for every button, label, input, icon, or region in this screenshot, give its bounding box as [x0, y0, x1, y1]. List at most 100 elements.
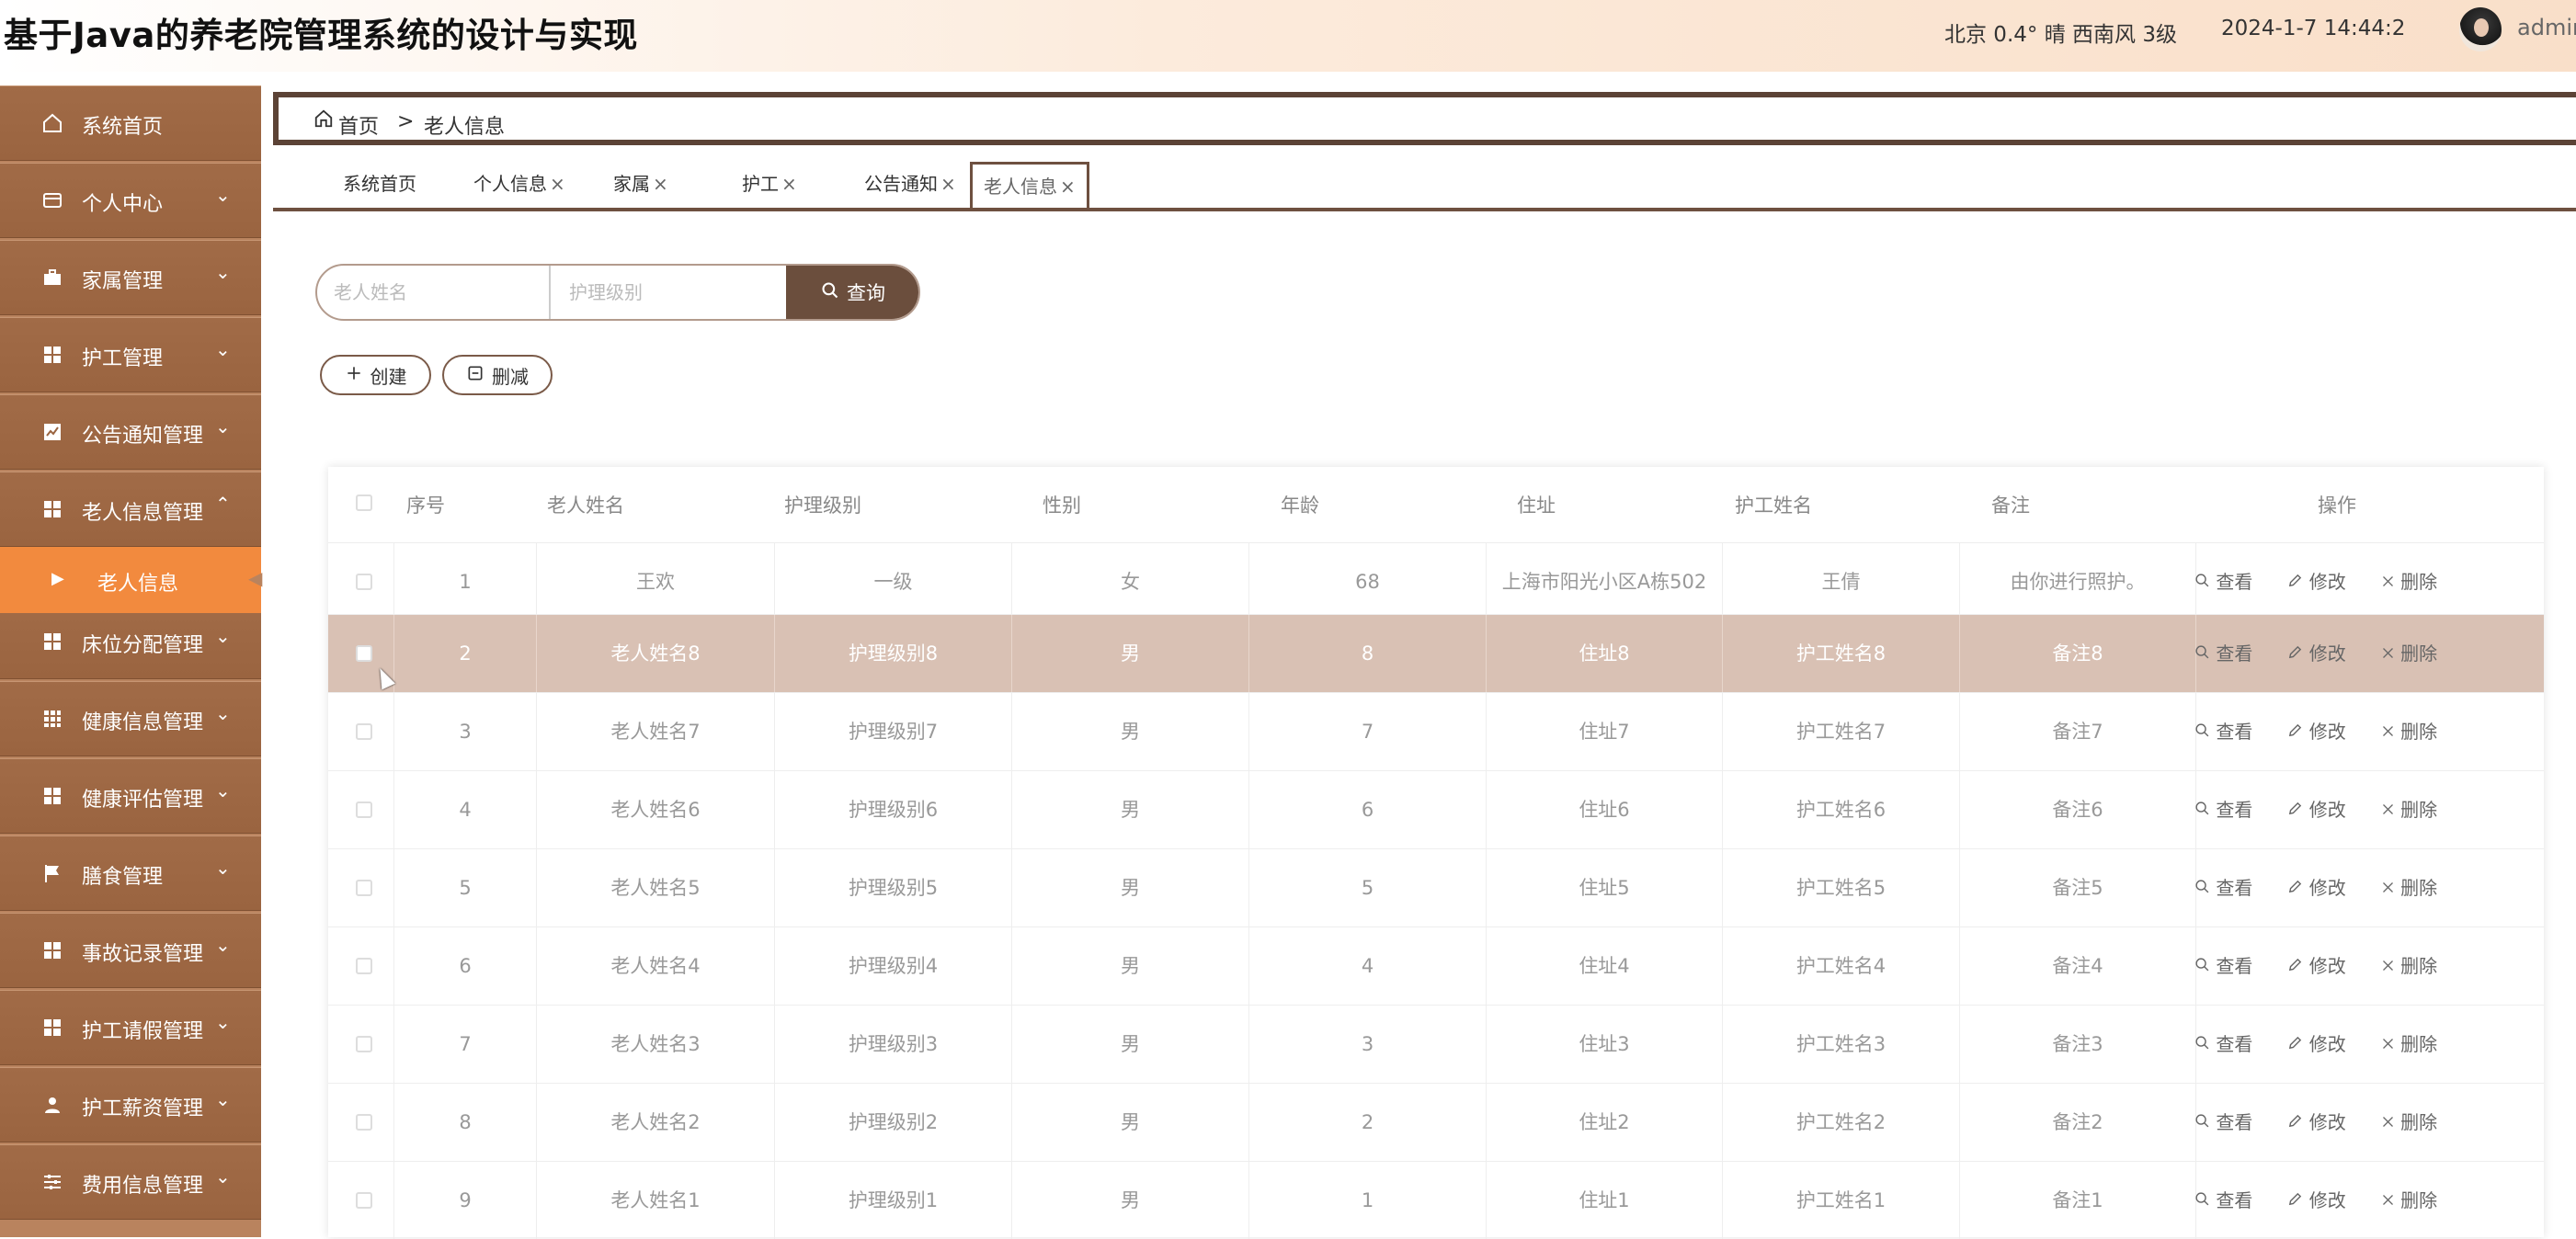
sidebar-item-8[interactable]: 健康信息管理 ⌄ [0, 681, 261, 756]
edit-button[interactable]: 修改 [2287, 849, 2346, 926]
avatar[interactable] [2459, 7, 2502, 51]
delete-button[interactable]: 删除 [2381, 615, 2437, 692]
delete-button[interactable]: 删除 [2381, 849, 2437, 926]
table-row[interactable]: 5 老人姓名5 护理级别5 男 5 住址5 护工姓名5 备注5 查看 修改 删除 [328, 848, 2544, 926]
sidebar-subitem-elder-info[interactable]: ▶ 老人信息 ◀ [0, 547, 262, 613]
table-row[interactable]: 3 老人姓名7 护理级别7 男 7 住址7 护工姓名7 备注7 查看 修改 删除 [328, 692, 2544, 770]
row-checkbox[interactable] [356, 801, 372, 818]
table-row[interactable]: 9 老人姓名1 护理级别1 男 1 住址1 护工姓名1 备注1 查看 修改 删除 [328, 1161, 2544, 1239]
tab-label: 个人信息 [473, 173, 547, 195]
pencil-icon [2287, 543, 2303, 620]
breadcrumb-home[interactable]: 首页 [338, 110, 379, 140]
row-checkbox[interactable] [356, 1114, 372, 1131]
table-row[interactable]: 8 老人姓名2 护理级别2 男 2 住址2 护工姓名2 备注2 查看 修改 删除 [328, 1083, 2544, 1161]
table-row[interactable]: 4 老人姓名6 护理级别6 男 6 住址6 护工姓名6 备注6 查看 修改 删除 [328, 770, 2544, 848]
view-label: 查看 [2216, 571, 2253, 593]
view-button[interactable]: 查看 [2194, 849, 2252, 926]
table-cell: 女 [1012, 543, 1249, 620]
close-icon[interactable]: × [1060, 176, 1076, 198]
table-cell: 7 [394, 1006, 537, 1083]
table-cell: 男 [1012, 615, 1249, 692]
edit-button[interactable]: 修改 [2287, 927, 2346, 1005]
sidebar-item-12[interactable]: 护工请假管理 ⌄ [0, 990, 261, 1065]
sidebar-item-3[interactable]: 家属管理 ⌄ [0, 240, 261, 315]
delete-button[interactable]: 删除 [2381, 1084, 2437, 1161]
table-cell: 2 [1249, 1084, 1487, 1161]
view-button[interactable]: 查看 [2194, 771, 2252, 848]
sidebar-item-6[interactable]: 老人信息管理 ⌃ [0, 472, 261, 547]
tab-5[interactable]: 公告通知 × [864, 162, 956, 206]
table-cell: 老人姓名3 [537, 1006, 775, 1083]
edit-button[interactable]: 修改 [2287, 693, 2346, 770]
sidebar-item-4[interactable]: 护工管理 ⌄ [0, 317, 261, 392]
edit-button[interactable]: 修改 [2287, 1162, 2346, 1239]
home-icon[interactable] [313, 108, 334, 134]
close-icon[interactable]: × [940, 173, 956, 195]
delete-button[interactable]: 删除 [2381, 693, 2437, 770]
view-button[interactable]: 查看 [2194, 927, 2252, 1005]
sidebar-item-label: 公告通知管理 [82, 425, 204, 448]
row-checkbox[interactable] [356, 958, 372, 974]
elder-name-input[interactable] [317, 266, 551, 319]
sidebar-item-14[interactable]: 费用信息管理 ⌄ [0, 1144, 261, 1220]
delete-button[interactable]: 删除 [2381, 543, 2437, 620]
edit-button[interactable]: 修改 [2287, 615, 2346, 692]
tab-4[interactable]: 护工 × [742, 162, 797, 206]
delete-button[interactable]: 删除 [2381, 1162, 2437, 1239]
view-button[interactable]: 查看 [2194, 1006, 2252, 1083]
view-button[interactable]: 查看 [2194, 693, 2252, 770]
edit-button[interactable]: 修改 [2287, 1006, 2346, 1083]
tab-2[interactable]: 个人信息 × [473, 162, 565, 206]
create-button[interactable]: 创建 [320, 355, 431, 395]
sidebar-item-1[interactable]: 系统首页 [0, 85, 261, 161]
table-cell: 护理级别2 [775, 1084, 1012, 1161]
close-icon[interactable]: × [653, 173, 668, 195]
table-row[interactable]: 6 老人姓名4 护理级别4 男 4 住址4 护工姓名4 备注4 查看 修改 删除 [328, 926, 2544, 1005]
table-row[interactable]: 2 老人姓名8 护理级别8 男 8 住址8 护工姓名8 备注8 查看 修改 删除 [328, 614, 2544, 692]
view-button[interactable]: 查看 [2194, 615, 2252, 692]
edit-button[interactable]: 修改 [2287, 543, 2346, 620]
sidebar-item-10[interactable]: 膳食管理 ⌄ [0, 835, 261, 911]
row-checkbox[interactable] [356, 1192, 372, 1209]
sidebar-item-2[interactable]: 个人中心 ⌄ [0, 163, 261, 238]
edit-button[interactable]: 修改 [2287, 771, 2346, 848]
row-checkbox[interactable] [356, 723, 372, 740]
sidebar-item-5[interactable]: 公告通知管理 ⌄ [0, 394, 261, 470]
grid-icon [40, 1016, 64, 1040]
row-checkbox[interactable] [356, 1036, 372, 1052]
datetime: 2024-1-7 14:44:2 [2221, 17, 2406, 40]
view-button[interactable]: 查看 [2194, 543, 2252, 620]
tab-6[interactable]: 老人信息 × [970, 162, 1089, 208]
table-row[interactable]: 7 老人姓名3 护理级别3 男 3 住址3 护工姓名3 备注3 查看 修改 删除 [328, 1005, 2544, 1083]
delete-label: 删减 [492, 365, 529, 388]
edit-button[interactable]: 修改 [2287, 1084, 2346, 1161]
search-button[interactable]: 查询 [786, 266, 918, 319]
view-button[interactable]: 查看 [2194, 1084, 2252, 1161]
row-checkbox[interactable] [356, 880, 372, 896]
search-bar: 查询 [315, 264, 920, 321]
table-row[interactable]: 1 王欢 一级女 68 上海市阳光小区A栋502 王倩 由你进行照护。 查看 修改 删除 [328, 542, 2544, 620]
column-header: 护理级别 [784, 494, 861, 517]
care-level-input[interactable] [553, 266, 784, 319]
delete-button[interactable]: 删除 [2381, 771, 2437, 848]
batch-delete-button[interactable]: 删减 [442, 355, 553, 395]
table-cell: 男 [1012, 771, 1249, 848]
sidebar-item-13[interactable]: 护工薪资管理 ⌄ [0, 1067, 261, 1142]
close-icon[interactable]: × [550, 173, 565, 195]
username[interactable]: admin [2517, 15, 2576, 40]
table-cell: 1 [1249, 1162, 1487, 1239]
delete-button[interactable]: 删除 [2381, 1006, 2437, 1083]
row-checkbox[interactable] [356, 574, 372, 590]
tab-3[interactable]: 家属 × [613, 162, 668, 206]
delete-button[interactable]: 删除 [2381, 927, 2437, 1005]
sidebar-item-7[interactable]: 床位分配管理 ⌄ [0, 604, 261, 679]
view-button[interactable]: 查看 [2194, 1162, 2252, 1239]
sidebar-item-11[interactable]: 事故记录管理 ⌄ [0, 913, 261, 988]
sidebar-item-9[interactable]: 健康评估管理 ⌄ [0, 758, 261, 834]
row-checkbox[interactable] [356, 645, 372, 662]
close-icon[interactable]: × [781, 173, 797, 195]
chevron-icon: ⌄ [215, 261, 231, 283]
tab-1[interactable]: 系统首页 [343, 162, 416, 206]
table-cell: 护工姓名5 [1723, 849, 1960, 926]
delete-label: 删除 [2400, 1111, 2438, 1133]
